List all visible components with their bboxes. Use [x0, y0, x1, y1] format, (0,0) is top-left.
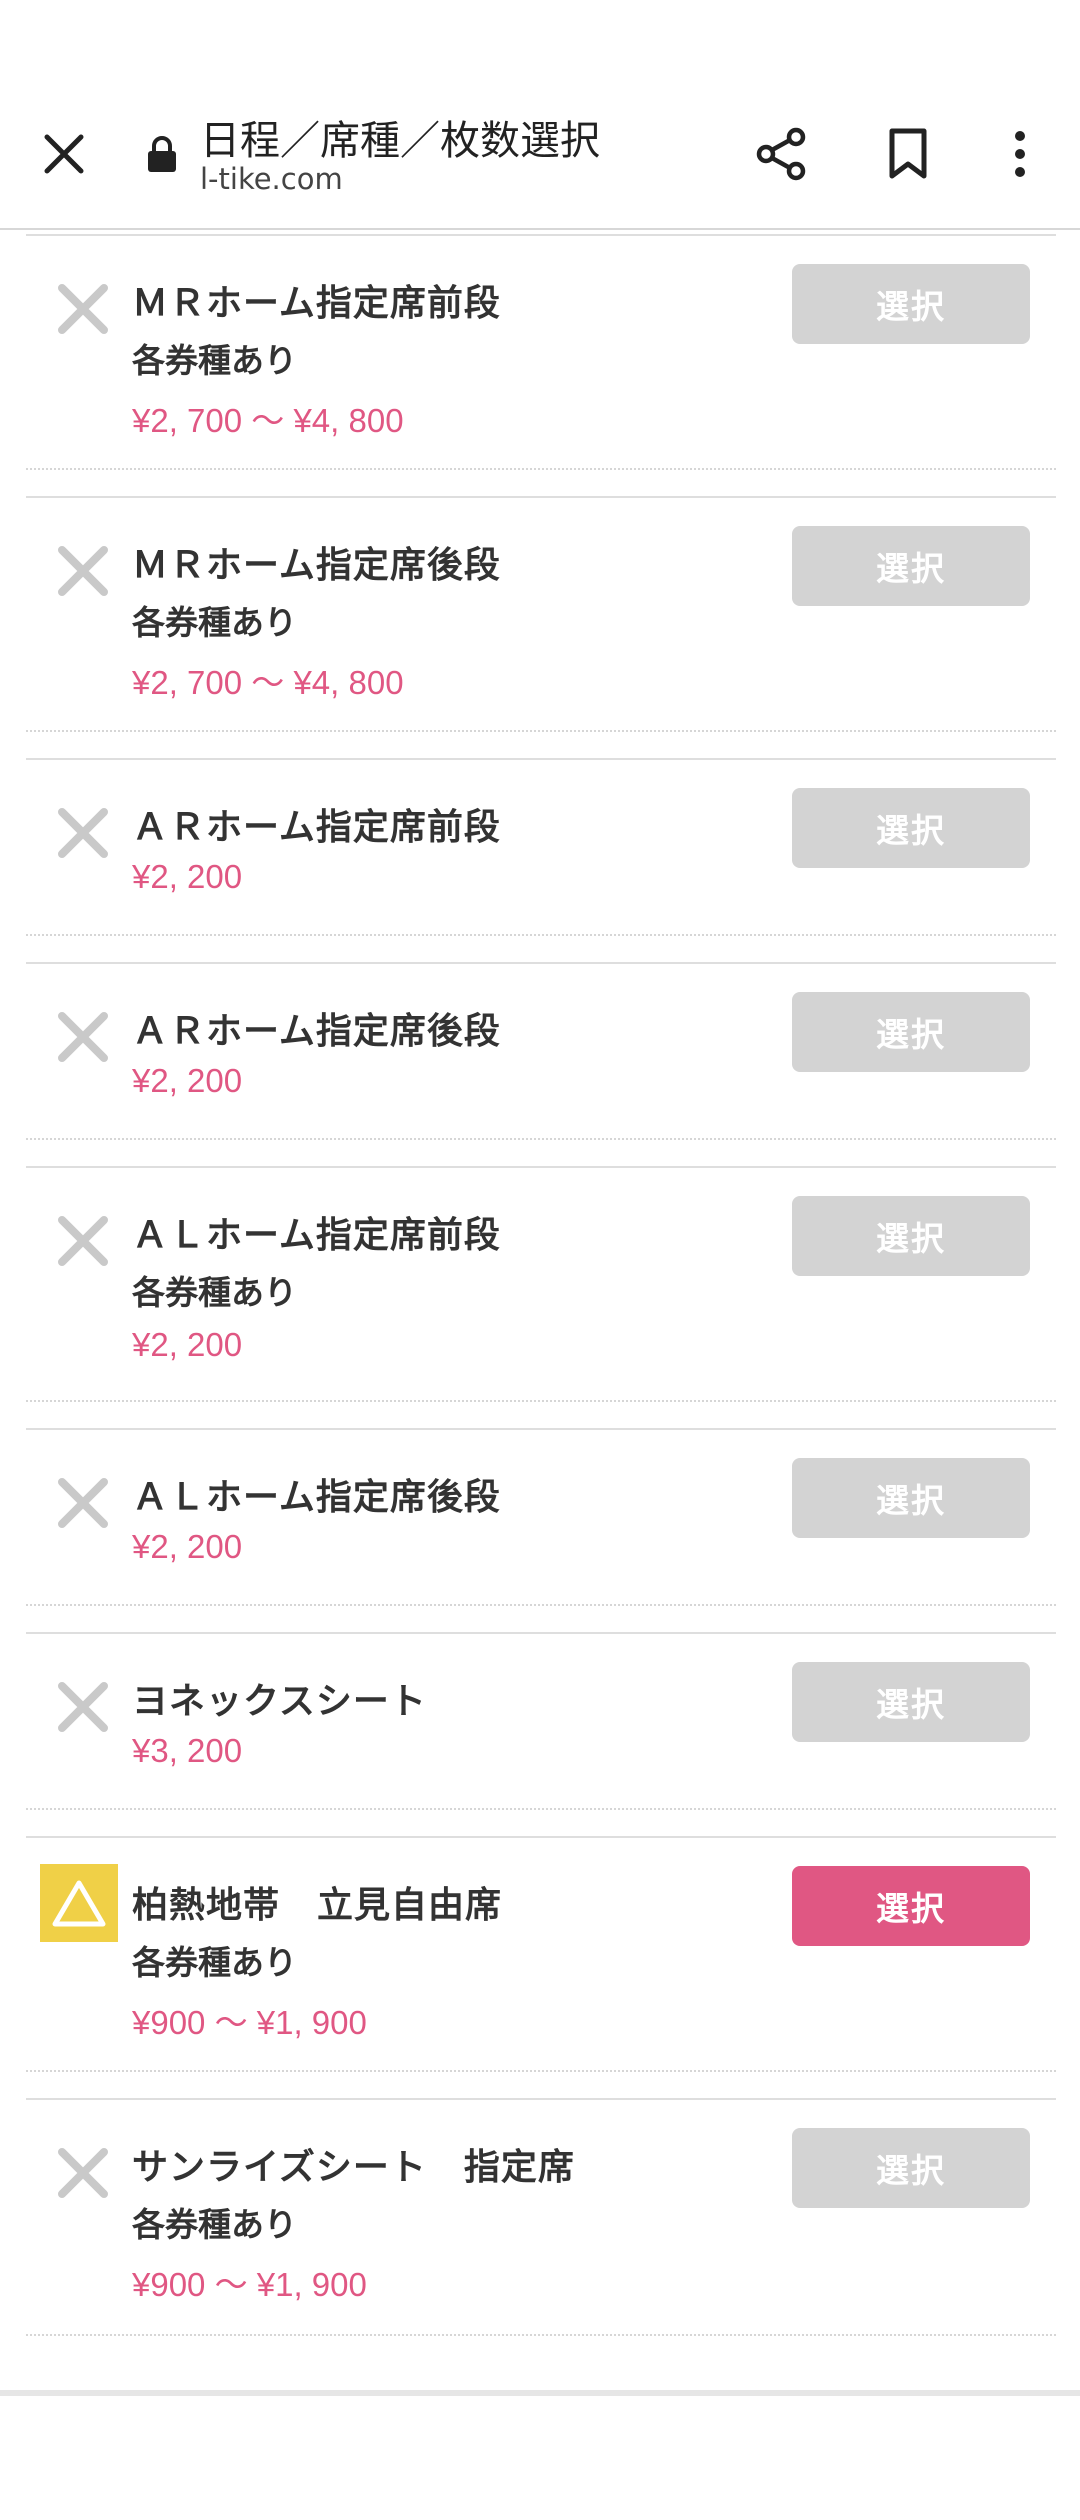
- seat-price: ¥2, 200: [132, 1528, 243, 1565]
- select-button[interactable]: 選択: [792, 788, 1030, 868]
- ticket-types: 各券種あり: [132, 341, 297, 380]
- seat-price: ¥900 〜 ¥1, 900: [132, 2266, 367, 2303]
- select-button[interactable]: 選択: [792, 1458, 1030, 1538]
- seat-price: ¥2, 200: [132, 858, 243, 895]
- select-button[interactable]: 選択: [792, 1866, 1030, 1946]
- sold-out-icon: [56, 1476, 110, 1530]
- sold-out-icon: [56, 2146, 110, 2200]
- select-button[interactable]: 選択: [792, 264, 1030, 344]
- ticket-types: 各券種あり: [132, 1273, 297, 1312]
- sold-out-icon: [56, 1010, 110, 1064]
- seat-name: ＡＲホーム指定席後段: [132, 1011, 501, 1052]
- sold-out-icon: [56, 1214, 110, 1268]
- sold-out-icon: [56, 544, 110, 598]
- seat-name: サンライズシート 指定席: [132, 2147, 575, 2188]
- sold-out-icon: [56, 1680, 110, 1734]
- page-title: 日程／席種／枚数選択: [200, 118, 600, 164]
- select-button[interactable]: 選択: [792, 2128, 1030, 2208]
- seat-name: 柏熱地帯 立見自由席: [132, 1885, 503, 1926]
- seat-name: ヨネックスシート: [132, 1681, 427, 1722]
- select-button[interactable]: 選択: [792, 992, 1030, 1072]
- ticket-types: 各券種あり: [132, 603, 297, 642]
- more-menu-icon[interactable]: [980, 80, 1060, 228]
- seat-name: ＭＲホーム指定席後段: [132, 545, 501, 586]
- select-button[interactable]: 選択: [792, 526, 1030, 606]
- select-button[interactable]: 選択: [792, 1196, 1030, 1276]
- seat-price: ¥3, 200: [132, 1732, 243, 1769]
- seat-price: ¥2, 700 〜 ¥4, 800: [132, 664, 404, 701]
- share-icon[interactable]: [742, 80, 822, 228]
- seat-price: ¥2, 200: [132, 1326, 243, 1363]
- page-bottom-divider: [0, 2390, 1080, 2396]
- close-icon[interactable]: [24, 80, 104, 228]
- ticket-types: 各券種あり: [132, 2205, 297, 2244]
- seat-price: ¥2, 200: [132, 1062, 243, 1099]
- ticket-types: 各券種あり: [132, 1943, 297, 1982]
- seat-name: ＡＲホーム指定席前段: [132, 807, 501, 848]
- seat-name: ＭＲホーム指定席前段: [132, 283, 501, 324]
- browser-header: 日程／席種／枚数選択 l-tike.com: [0, 80, 1080, 230]
- lock-icon: [140, 132, 184, 176]
- bookmark-icon[interactable]: [868, 80, 948, 228]
- page-url[interactable]: l-tike.com: [200, 162, 343, 196]
- sold-out-icon: [56, 806, 110, 860]
- seat-price: ¥900 〜 ¥1, 900: [132, 2004, 367, 2041]
- seat-price: ¥2, 700 〜 ¥4, 800: [132, 402, 404, 439]
- status-bar: [0, 0, 1080, 80]
- sold-out-icon: [56, 282, 110, 336]
- select-button[interactable]: 選択: [792, 1662, 1030, 1742]
- seat-name: ＡＬホーム指定席後段: [132, 1477, 501, 1518]
- seat-name: ＡＬホーム指定席前段: [132, 1215, 501, 1256]
- few-left-icon: [40, 1864, 118, 1942]
